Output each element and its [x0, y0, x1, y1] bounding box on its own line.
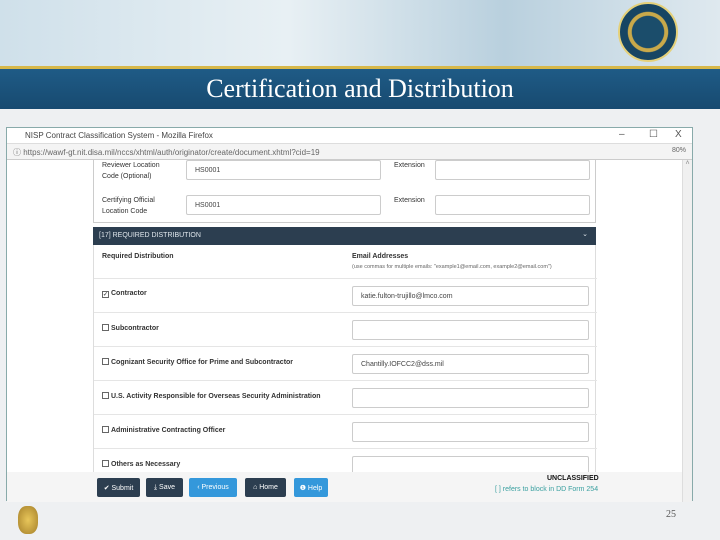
maximize-button[interactable]: ☐ [649, 129, 658, 140]
header-banner [0, 0, 720, 66]
checkbox[interactable] [102, 324, 109, 331]
email-input[interactable] [352, 320, 589, 340]
classification-label: UNCLASSIFIED [547, 475, 599, 482]
certifying-label: Certifying Official Location Code [102, 197, 155, 215]
help-button[interactable]: ❶ Help [294, 478, 328, 497]
section-title: [17] REQUIRED DISTRIBUTION [99, 232, 201, 239]
zoom-level[interactable]: 80% [672, 147, 686, 154]
table-row: ✓ Contractor katie.fulton-trujillo@lmco.co… [94, 278, 597, 312]
row-label-text: Administrative Contracting Officer [111, 427, 226, 434]
table-row: U.S. Activity Responsible for Overseas S… [94, 380, 597, 414]
email-input[interactable] [352, 388, 589, 408]
checkbox[interactable] [102, 426, 109, 433]
table-row: Administrative Contracting Officer [94, 414, 597, 448]
row-label[interactable]: Cognizant Security Office for Prime and … [102, 358, 293, 366]
extension-input[interactable] [435, 160, 590, 180]
reviewer-label: Reviewer Location Code (Optional) [102, 162, 160, 180]
form-footer: ✔ Submit ⤓ Save ‹ Previous ⌂ Home ❶ Help… [7, 472, 683, 502]
minimize-button[interactable]: – [619, 129, 625, 140]
reference-note: [ ] refers to block in DD Form 254 [495, 486, 599, 493]
window-title: NISP Contract Classification System - Mo… [25, 131, 213, 140]
email-hint: (use commas for multiple emails: "exampl… [352, 264, 552, 270]
email-input[interactable]: Chantilly.IOFCC2@dss.mil [352, 354, 589, 374]
row-label-text: Cognizant Security Office for Prime and … [111, 359, 294, 366]
col-distribution: Required Distribution [102, 253, 174, 260]
reviewer-input[interactable]: HS0001 [186, 160, 381, 180]
agency-seal [618, 2, 678, 62]
submit-button[interactable]: ✔ Submit [97, 478, 140, 497]
footer-emblem [18, 506, 38, 534]
col-email: Email Addresses [352, 253, 409, 260]
distribution-table: Required Distribution Email Addresses (u… [93, 245, 597, 502]
row-label[interactable]: Subcontractor [102, 324, 159, 332]
scrollbar[interactable]: ˄ [682, 160, 692, 502]
checkbox[interactable] [102, 460, 109, 467]
location-panel: Reviewer Location Code (Optional) HS0001… [93, 160, 596, 223]
row-label[interactable]: Others as Necessary [102, 460, 180, 468]
section-header[interactable]: [17] REQUIRED DISTRIBUTION ⌄ [93, 227, 596, 245]
row-label-text: Subcontractor [111, 325, 159, 332]
email-input[interactable] [352, 422, 589, 442]
page-number: 25 [666, 509, 676, 520]
checkbox[interactable] [102, 392, 109, 399]
previous-button[interactable]: ‹ Previous [189, 478, 237, 497]
browser-window: NISP Contract Classification System - Mo… [6, 127, 693, 502]
window-titlebar: NISP Contract Classification System - Mo… [7, 128, 692, 144]
certifying-input[interactable]: HS0001 [186, 195, 381, 215]
table-row: Cognizant Security Office for Prime and … [94, 346, 597, 380]
row-label-text: Contractor [111, 290, 147, 297]
save-button[interactable]: ⤓ Save [146, 478, 183, 497]
row-label[interactable]: U.S. Activity Responsible for Overseas S… [102, 392, 321, 400]
extension-label: Extension [394, 197, 425, 204]
extension-label: Extension [394, 162, 425, 169]
table-row: Subcontractor [94, 312, 597, 346]
info-icon: ⓘ [13, 148, 24, 157]
row-label[interactable]: ✓ Contractor [102, 290, 147, 298]
row-label-text: U.S. Activity Responsible for Overseas S… [111, 393, 321, 400]
row-label-text: Others as Necessary [111, 461, 181, 468]
chevron-down-icon[interactable]: ⌄ [582, 230, 588, 238]
url-text[interactable]: https://wawf-gt.nit.disa.mil/nccs/xhtml/… [23, 148, 319, 157]
home-button[interactable]: ⌂ Home [245, 478, 286, 497]
page-content: Reviewer Location Code (Optional) HS0001… [7, 160, 683, 502]
email-input[interactable]: katie.fulton-trujillo@lmco.com [352, 286, 589, 306]
extension-input[interactable] [435, 195, 590, 215]
checkbox[interactable] [102, 358, 109, 365]
address-bar[interactable]: ⓘ https://wawf-gt.nit.disa.mil/nccs/xhtm… [7, 144, 692, 160]
row-label[interactable]: Administrative Contracting Officer [102, 426, 225, 434]
slide-title: Certification and Distribution [0, 69, 720, 109]
checkbox[interactable]: ✓ [102, 291, 109, 298]
close-button[interactable]: X [675, 129, 682, 140]
